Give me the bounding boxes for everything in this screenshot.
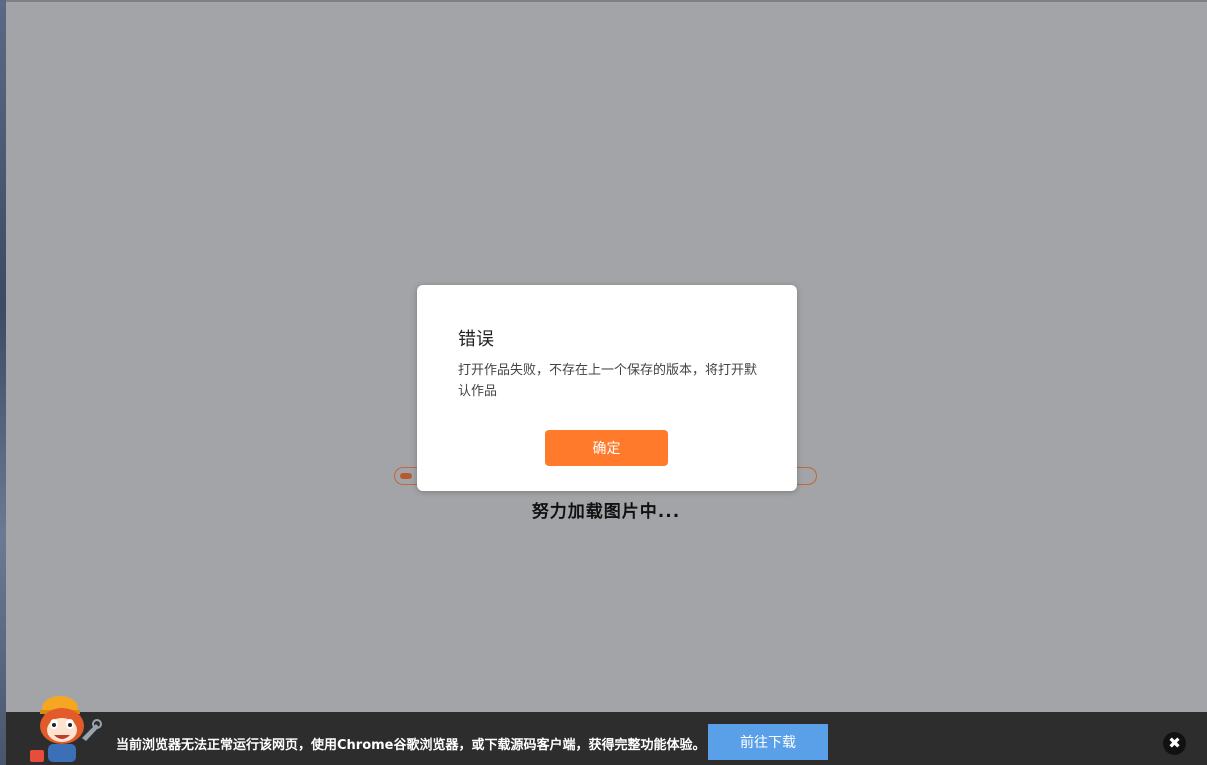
confirm-button[interactable]: 确定 [545, 430, 668, 466]
loading-progress-fill [400, 473, 412, 479]
browser-warning-bar: 当前浏览器无法正常运行该网页，使用Chrome谷歌浏览器，或下载源码客户端，获得… [6, 712, 1207, 765]
download-button[interactable]: 前往下载 [708, 724, 828, 760]
dialog-message: 打开作品失败，不存在上一个保存的版本，将打开默认作品 [458, 363, 758, 399]
fox-mascot-icon [30, 696, 102, 762]
dialog-title: 错误 [458, 329, 494, 350]
loading-text: 努力加载图片中... [531, 502, 681, 522]
error-dialog: 错误 打开作品失败，不存在上一个保存的版本，将打开默认作品 确定 [417, 285, 797, 491]
close-icon[interactable]: ✖ [1163, 732, 1186, 755]
browser-warning-text: 当前浏览器无法正常运行该网页，使用Chrome谷歌浏览器，或下载源码客户端，获得… [116, 738, 706, 753]
